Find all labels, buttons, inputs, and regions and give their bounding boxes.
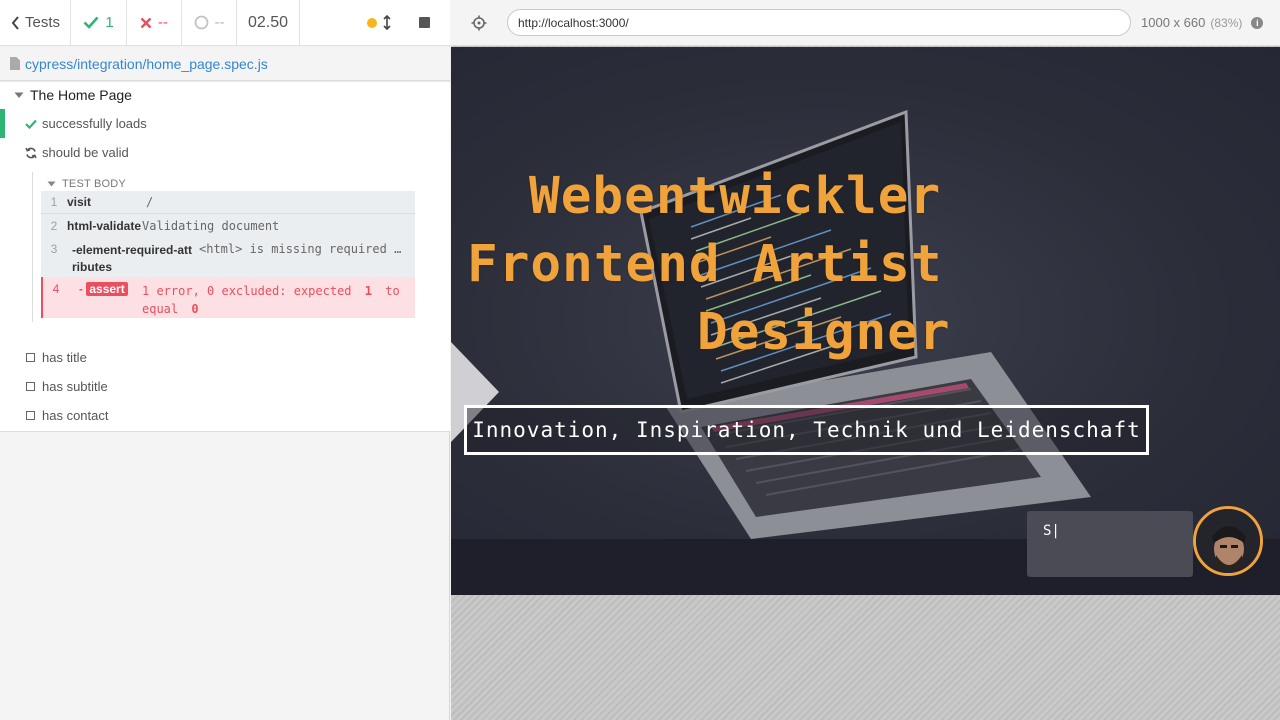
hero-title-line-3: Designer [697,303,951,362]
x-icon [140,17,152,28]
runnables-list: The Home Page successfully loads should … [0,82,450,432]
test-title: has contact [42,408,109,423]
hero-title-line-1: Webentwickler [529,167,942,226]
test-row-pending[interactable]: has title [0,343,450,372]
test-body-header[interactable]: TEST BODY [47,178,126,190]
url-bar[interactable]: http://localhost:3000/ [507,9,1131,36]
assert-equal-text: equal [142,302,179,316]
stop-icon[interactable] [419,17,430,28]
check-icon [25,119,37,129]
checkbox-empty-icon [26,353,35,362]
aut-header: http://localhost:3000/ 1000 x 660 (83%) … [451,0,1280,46]
passed-count: 1 [71,0,127,45]
suite-header[interactable]: The Home Page [14,87,132,103]
pass-marker [0,109,5,138]
assert-prefix: - [79,282,83,296]
command-assert-failed[interactable]: 4 - assert 1 error, 0 excluded: expected… [41,277,415,318]
back-to-tests-button[interactable]: Tests [0,0,71,45]
suite-title: The Home Page [30,87,132,103]
viewport-info[interactable]: 1000 x 660 (83%) i [1141,15,1264,30]
command-number: 3 [50,242,58,256]
duration-value: 02.50 [247,13,289,31]
tagline-text: Innovation, Inspiration, Technik und Lei… [472,418,1141,442]
command-message: / [146,195,154,209]
chat-text: S| [1043,523,1060,539]
test-title: successfully loads [42,116,147,131]
caret-down-icon [47,181,56,187]
command-html-validate[interactable]: 2 html-validate Validating document [41,214,415,237]
refresh-icon [25,147,37,158]
duration-display: 02.50 [237,0,300,45]
viewport-scale: (83%) [1210,15,1243,30]
check-icon [83,16,99,29]
spec-file-bar: cypress/integration/home_page.spec.js [0,47,450,81]
assert-message-text: 1 error, 0 excluded: expected [142,284,352,298]
info-icon: i [1251,16,1264,29]
viewport-size: 1000 x 660 [1141,15,1206,30]
arrows-vertical-icon [383,15,391,30]
assert-expected-value: 1 [364,284,372,298]
website-preview: Webentwickler Frontend Artist Designer I… [451,47,1280,595]
command-number: 2 [50,218,58,233]
test-row-passed[interactable]: successfully loads [0,109,450,138]
assert-to-text: to [385,284,400,298]
circle-notch-icon [194,15,208,30]
pending-number: -- [214,14,225,31]
command-visit[interactable]: 1 visit / [41,191,415,214]
app-under-test-panel: http://localhost:3000/ 1000 x 660 (83%) … [451,0,1280,720]
back-label: Tests [25,14,61,31]
spec-file-link[interactable]: cypress/integration/home_page.spec.js [25,56,268,72]
chevron-left-icon [11,15,19,30]
test-row-pending[interactable]: has contact [0,401,450,430]
assert-tag: assert [86,282,128,296]
running-indicator-icon [367,17,377,28]
command-element-required[interactable]: 3 -element-required-attributes <html> is… [41,237,415,277]
url-text: http://localhost:3000/ [518,15,629,30]
chat-bubble[interactable]: S| [1027,511,1193,577]
command-name: html-validate [67,218,142,233]
checkbox-empty-icon [26,382,35,391]
command-log: TEST BODY 1 visit / 2 html-validate Vali… [32,172,415,322]
test-row-running[interactable]: should be valid [0,138,450,167]
command-message: <html> is missing required … [199,242,402,256]
command-name-wrap: - assert [69,282,142,296]
reporter-stats-bar: Tests 1 -- -- 02.50 [0,0,450,46]
test-title: has subtitle [42,379,108,394]
file-icon [10,57,20,70]
hero-tagline: Innovation, Inspiration, Technik und Lei… [464,405,1149,455]
test-title: has title [42,350,87,365]
test-title: should be valid [42,145,129,160]
hero-title-line-2: Frontend Artist [467,235,943,294]
passed-number: 1 [105,14,114,31]
selector-playground-button[interactable] [451,15,507,31]
command-message: Validating document [142,218,280,233]
command-name: visit [67,195,92,209]
caret-down-icon [14,92,24,98]
command-name: -element-required-attributes [72,243,193,274]
command-number: 1 [50,195,58,209]
test-body-label: TEST BODY [62,178,126,190]
failed-number: -- [158,14,168,31]
command-number: 4 [52,282,60,296]
test-reporter-panel: Tests 1 -- -- 02.50 cypress/integration/… [0,0,450,720]
assert-actual-value: 0 [191,302,199,316]
avatar-portrait-icon [1196,509,1260,573]
avatar[interactable] [1193,506,1263,576]
assert-message: 1 error, 0 excluded: expected 1 to equal… [142,282,412,318]
test-row-pending[interactable]: has subtitle [0,372,450,401]
checkbox-empty-icon [26,411,35,420]
run-controls [300,0,450,45]
pending-count: -- [182,0,237,45]
auto-scroll-toggle[interactable] [367,15,391,30]
failed-count: -- [127,0,182,45]
crosshair-icon [471,15,487,30]
